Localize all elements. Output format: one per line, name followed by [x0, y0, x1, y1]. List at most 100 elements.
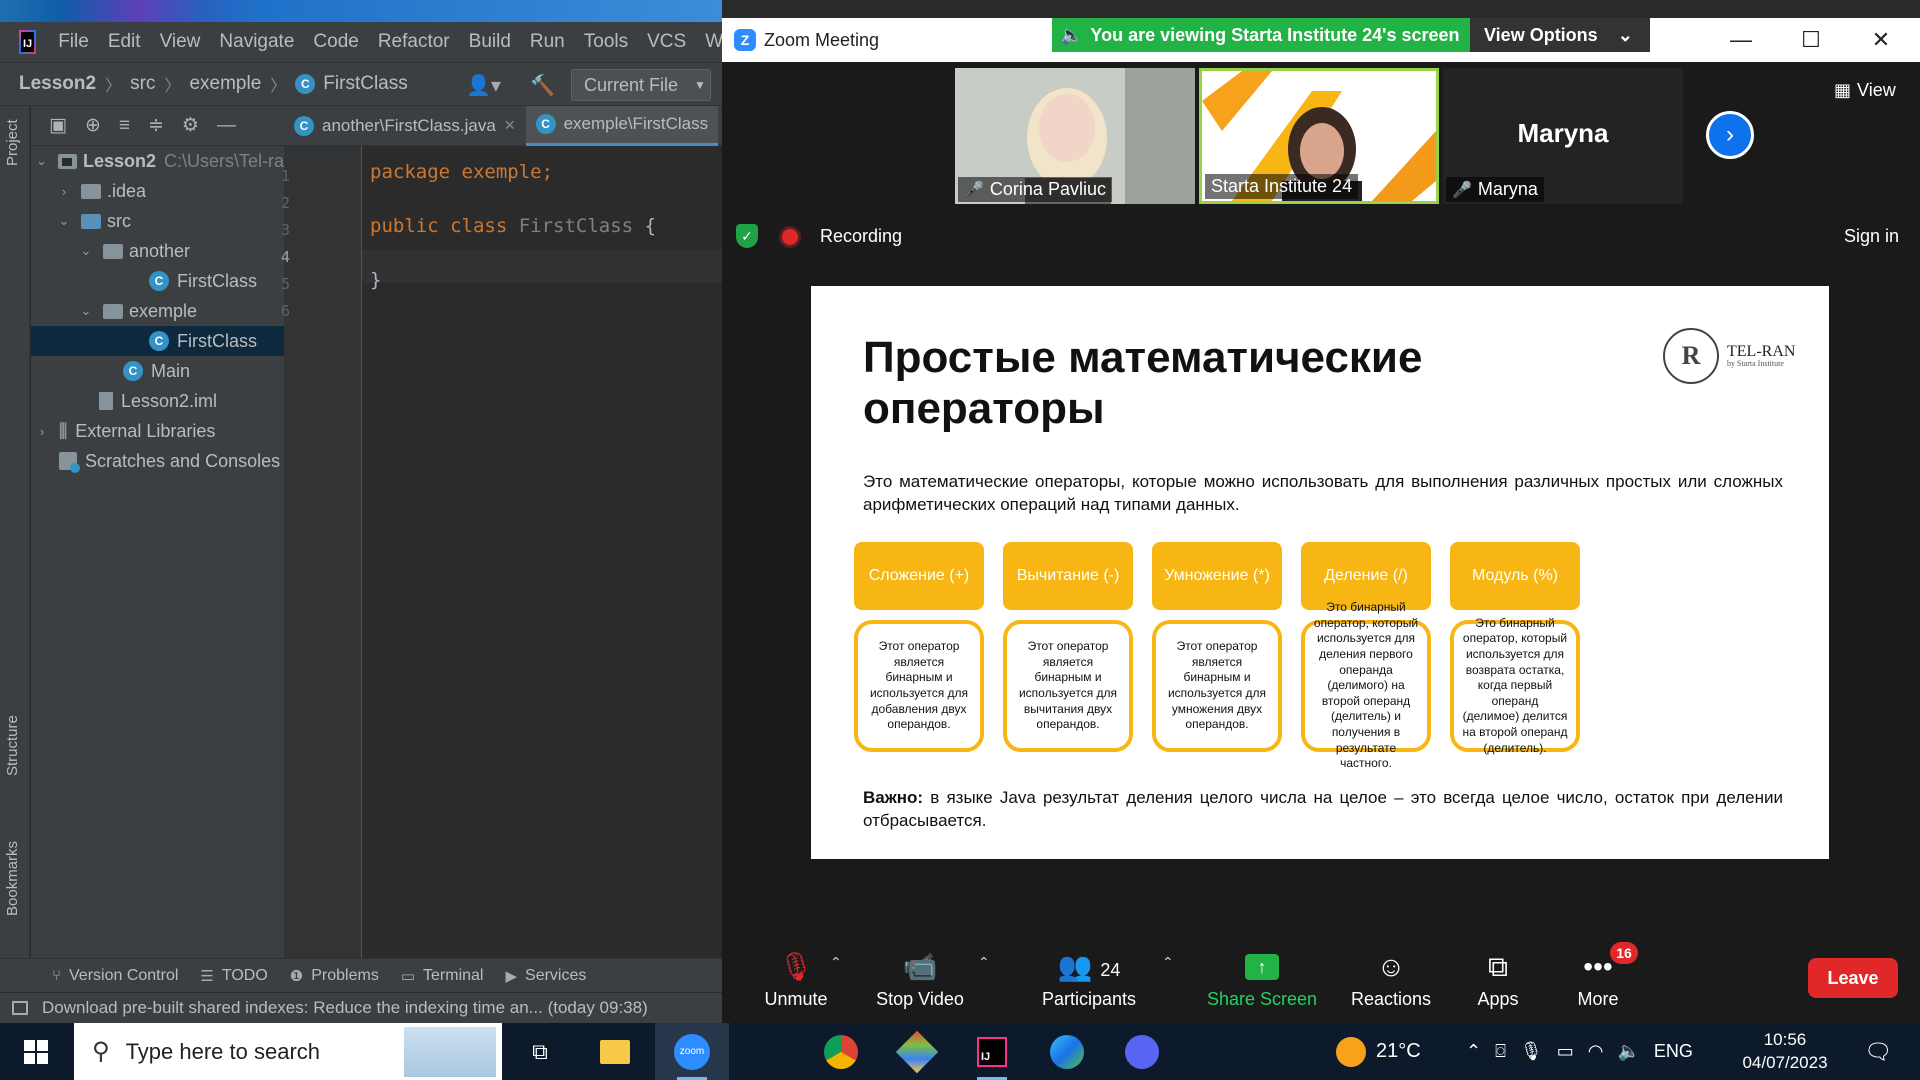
- chevron-up-icon[interactable]: ⌃: [830, 954, 842, 971]
- tab-another-firstclass[interactable]: C another\FirstClass.java ✕: [284, 106, 526, 146]
- services-icon: ▶: [505, 967, 518, 985]
- menu-run[interactable]: Run: [530, 31, 565, 53]
- code-line-1[interactable]: package exemple;: [370, 161, 553, 183]
- tree-item-exemple[interactable]: ⌄ exemple: [79, 296, 198, 326]
- tab-terminal[interactable]: ▭ Terminal: [401, 967, 484, 985]
- edge-app[interactable]: [1030, 1023, 1104, 1080]
- code-line-3[interactable]: public class FirstClass {: [370, 215, 656, 237]
- participants-button[interactable]: 👥 24 Participants: [1014, 936, 1164, 1023]
- leave-button[interactable]: Leave: [1808, 958, 1898, 998]
- tree-item-exemple-firstclass[interactable]: C FirstClass: [31, 326, 284, 356]
- notification-icon[interactable]: 🗨: [1858, 1032, 1898, 1072]
- menu-refactor[interactable]: Refactor: [378, 31, 450, 53]
- tab-exemple-firstclass[interactable]: C exemple\FirstClass: [525, 105, 719, 146]
- sign-in-link[interactable]: Sign in: [1844, 226, 1899, 247]
- discord-app[interactable]: [1105, 1023, 1179, 1080]
- file-explorer-app[interactable]: [578, 1023, 652, 1080]
- locate-icon[interactable]: ⊕: [85, 114, 101, 137]
- hide-icon[interactable]: —: [217, 115, 236, 137]
- run-config-select[interactable]: Current File ▼: [571, 69, 711, 101]
- microphone-icon[interactable]: 🎙: [1520, 1041, 1543, 1062]
- security-shield-icon[interactable]: ✓: [736, 224, 758, 248]
- menu-build[interactable]: Build: [469, 31, 511, 53]
- clock[interactable]: 10:56 04/07/2023: [1730, 1023, 1840, 1080]
- tab-project[interactable]: Project: [4, 119, 21, 166]
- menu-navigate[interactable]: Navigate: [219, 31, 294, 53]
- status-bar[interactable]: Download pre-built shared indexes: Reduc…: [0, 992, 722, 1023]
- breadcrumb-class[interactable]: FirstClass: [323, 73, 407, 95]
- app-pinned[interactable]: [880, 1023, 954, 1080]
- maximize-icon[interactable]: ☐: [1776, 18, 1846, 62]
- list-icon: ☰: [200, 967, 214, 985]
- tree-item-external-libraries[interactable]: › ⫼ External Libraries: [35, 416, 216, 446]
- view-button[interactable]: ▦ View: [1834, 80, 1896, 101]
- breadcrumb-project[interactable]: Lesson2: [19, 73, 96, 95]
- tab-structure[interactable]: Structure: [4, 715, 21, 776]
- stop-video-button[interactable]: 📹 Stop Video: [860, 936, 980, 1023]
- zoom-app[interactable]: zoom: [655, 1023, 729, 1080]
- wifi-icon[interactable]: ◠: [1588, 1041, 1604, 1062]
- menu-tools[interactable]: Tools: [584, 31, 628, 53]
- next-participants-button[interactable]: ›: [1706, 111, 1754, 159]
- panel-layout-icon[interactable]: ▣: [49, 114, 67, 137]
- windows-logo-icon: [24, 1039, 48, 1064]
- battery-icon[interactable]: ▭: [1557, 1041, 1574, 1062]
- tree-item-main[interactable]: C Main: [123, 356, 190, 386]
- menu-code[interactable]: Code: [313, 31, 358, 53]
- taskbar-search[interactable]: ⚲ Type here to search: [74, 1023, 502, 1080]
- menu-edit[interactable]: Edit: [108, 31, 141, 53]
- tree-item-iml[interactable]: Lesson2.iml: [99, 386, 217, 416]
- breadcrumb-src[interactable]: src: [130, 73, 155, 95]
- hammer-icon[interactable]: 🔨: [530, 73, 555, 98]
- line-number: 2: [280, 194, 290, 212]
- tab-services[interactable]: ▶ Services: [505, 967, 586, 985]
- tab-version-control[interactable]: ⑂ Version Control: [52, 967, 178, 985]
- minimize-icon[interactable]: —: [1706, 18, 1776, 62]
- speaker-icon[interactable]: 🔈: [1618, 1041, 1640, 1062]
- menu-vcs[interactable]: VCS: [647, 31, 686, 53]
- panel-toggle-icon[interactable]: [12, 1001, 28, 1015]
- chevron-up-icon[interactable]: ⌃: [1466, 1041, 1481, 1062]
- participant-tile[interactable]: Maryna 🎤 Maryna: [1443, 68, 1683, 204]
- reactions-button[interactable]: ☺ Reactions: [1336, 936, 1446, 1023]
- apps-button[interactable]: ⧉ Apps: [1460, 936, 1536, 1023]
- tree-item-idea[interactable]: › .idea: [57, 176, 146, 206]
- tree-label: .idea: [107, 180, 147, 201]
- chevron-up-icon[interactable]: ⌃: [978, 954, 990, 971]
- close-icon[interactable]: ✕: [504, 117, 516, 134]
- chevron-up-icon[interactable]: ⌃: [1162, 954, 1174, 971]
- expand-all-icon[interactable]: ≡: [119, 115, 130, 137]
- tab-problems[interactable]: ❶ Problems: [290, 967, 379, 985]
- start-button[interactable]: [0, 1023, 72, 1080]
- view-options-button[interactable]: View Options ⌄: [1470, 18, 1650, 52]
- user-icon[interactable]: 👤▾: [466, 73, 501, 98]
- operator-description: Это бинарный оператор, который используе…: [1450, 616, 1580, 755]
- tree-item-lesson2[interactable]: ⌄ Lesson2 C:\Users\Tel-ra: [35, 146, 284, 176]
- tab-todo[interactable]: ☰ TODO: [200, 967, 267, 985]
- speaker-icon: 🔈: [1060, 24, 1083, 45]
- search-icon: ⚲: [92, 1038, 110, 1065]
- menu-view[interactable]: View: [160, 31, 201, 53]
- tab-bookmarks[interactable]: Bookmarks: [4, 841, 21, 916]
- menu-file[interactable]: File: [58, 31, 89, 53]
- gear-icon[interactable]: ⚙: [182, 114, 199, 137]
- tree-item-scratches[interactable]: Scratches and Consoles: [59, 446, 280, 476]
- tree-item-src[interactable]: ⌄ src: [57, 206, 131, 236]
- camera-icon[interactable]: ⌼: [1495, 1041, 1506, 1062]
- close-icon[interactable]: ✕: [1846, 18, 1916, 62]
- participant-tile[interactable]: 🎤 Corina Pavliuc: [955, 68, 1195, 204]
- weather-widget[interactable]: 21°C: [1336, 1023, 1421, 1080]
- share-screen-button[interactable]: ↑ Share Screen: [1192, 936, 1332, 1023]
- task-view-icon[interactable]: ⧉: [520, 1032, 560, 1072]
- code-line-5[interactable]: }: [370, 269, 381, 291]
- tree-item-another-firstclass[interactable]: C FirstClass: [149, 266, 257, 296]
- recording-label[interactable]: Recording: [820, 226, 902, 247]
- chrome-app[interactable]: [804, 1023, 878, 1080]
- language-indicator[interactable]: ENG: [1654, 1041, 1693, 1062]
- unmute-button[interactable]: 🎙 Unmute: [748, 936, 844, 1023]
- intellij-app[interactable]: IJ: [955, 1023, 1029, 1080]
- participant-tile-active[interactable]: Starta Institute 24: [1199, 68, 1439, 204]
- breadcrumb-package[interactable]: exemple: [189, 73, 261, 95]
- tree-item-another[interactable]: ⌄ another: [79, 236, 191, 266]
- collapse-all-icon[interactable]: ≑: [148, 114, 164, 137]
